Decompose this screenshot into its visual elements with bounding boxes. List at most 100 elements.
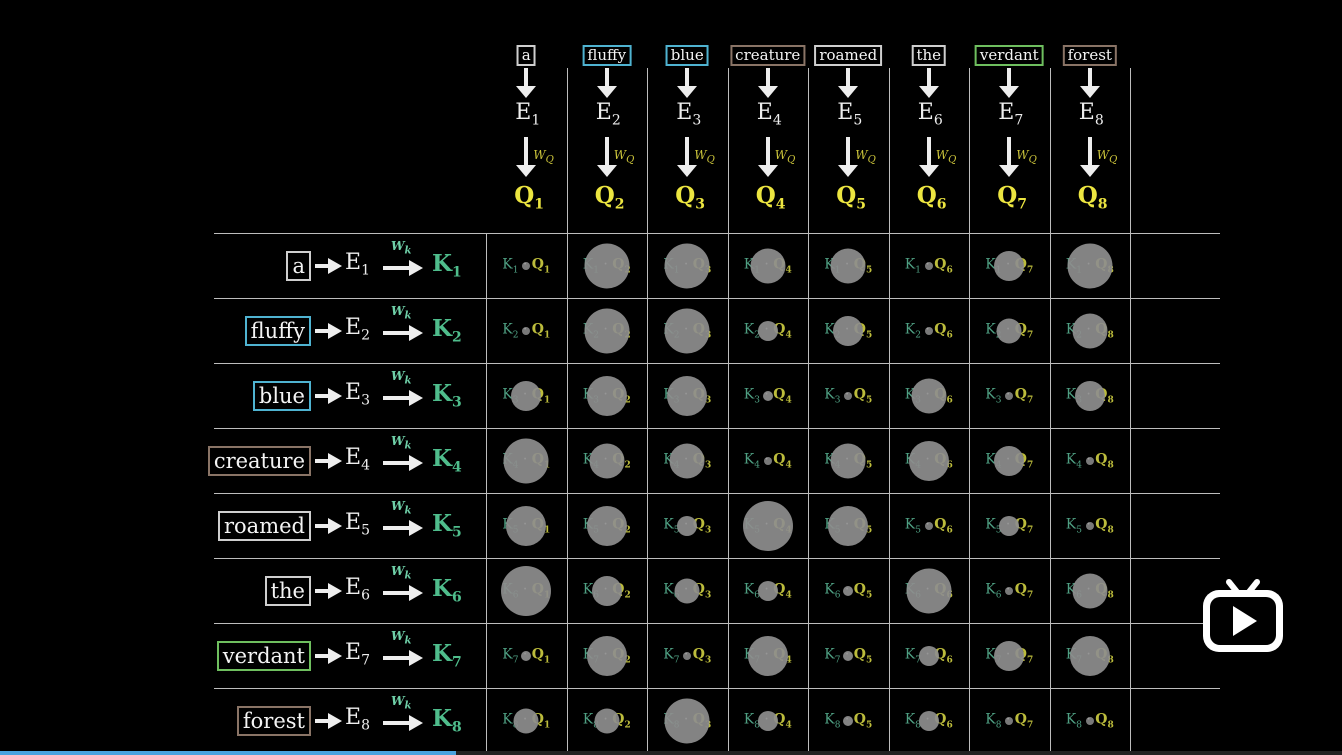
key-term: K5 (1065, 516, 1082, 535)
embedding-index: 7 (1014, 112, 1024, 129)
score-circle (763, 456, 772, 465)
dot-product-cell: K1 · Q3 (647, 234, 727, 298)
key-symbol: K (432, 249, 452, 277)
wq-subscript: Q (626, 154, 635, 166)
query-label-5: Q5 (836, 182, 866, 213)
query-index: 3 (705, 524, 712, 535)
score-circle (586, 375, 627, 416)
score-circle (843, 585, 854, 596)
query-index: 5 (866, 329, 873, 340)
embed-arrow-icon (999, 68, 1020, 98)
score-circle (1072, 313, 1108, 348)
row-token-6: the (264, 575, 311, 606)
embed-arrow-icon (677, 68, 698, 98)
embed-arrow-icon (757, 68, 778, 98)
key-symbol: K (432, 379, 452, 407)
progress-track[interactable] (456, 751, 1342, 755)
query-symbol: Q (997, 182, 1018, 209)
progress-bar[interactable] (0, 751, 457, 755)
query-index: 5 (856, 196, 867, 213)
row-embedding-label-8: E8 (345, 705, 370, 733)
wk-label: Wk (391, 369, 411, 386)
grid-col-line (1130, 68, 1131, 755)
query-symbol: Q (1077, 182, 1098, 209)
row-embed-arrow-icon (315, 712, 342, 729)
query-index: 2 (624, 719, 631, 730)
score-circle (664, 243, 710, 288)
query-term: Q5 (853, 386, 873, 405)
dot-product-cell: K8 · Q2 (567, 689, 647, 753)
row-embedding-label-2: E2 (345, 315, 370, 343)
dot-product-cell: K8 · Q7 (969, 689, 1049, 753)
embedding-symbol: E (345, 444, 362, 470)
row-token-8: forest (236, 705, 311, 736)
wq-symbol: W (1016, 148, 1029, 162)
key-arrow-icon (383, 389, 423, 406)
score-circle (584, 308, 630, 353)
wk-subscript: k (404, 634, 412, 646)
query-term: Q7 (1014, 581, 1034, 600)
score-circle (999, 515, 1020, 536)
column-token-8: forest (1062, 45, 1117, 66)
column-token-3: blue (665, 45, 709, 66)
score-circle (1005, 586, 1014, 595)
dot-product-cell: K1 · Q4 (728, 234, 808, 298)
embedding-label-7: E7 (998, 100, 1023, 128)
key-symbol: K (432, 704, 452, 732)
query-index: 7 (1027, 524, 1034, 535)
key-term: K8 (1065, 711, 1082, 730)
row-embedding-label-6: E6 (345, 575, 370, 603)
row-embed-arrow-icon (315, 387, 342, 404)
query-index: 1 (544, 394, 551, 405)
score-circle (747, 635, 788, 676)
wk-symbol: W (391, 303, 405, 318)
dot-product-cell: K7 · Q4 (728, 624, 808, 688)
wq-label: WQ (775, 148, 796, 165)
key-symbol: K (432, 509, 452, 537)
wk-subscript: k (404, 374, 412, 386)
dot-product-cell: K2 · Q6 (889, 299, 969, 363)
key-term: K7 (824, 646, 841, 665)
key-index: 7 (452, 654, 462, 671)
score-circle (1069, 635, 1110, 676)
wq-label: WQ (694, 148, 715, 165)
key-arrow-icon (383, 714, 423, 731)
wk-label: Wk (391, 239, 411, 256)
query-index: 2 (614, 196, 625, 213)
query-index: 1 (544, 654, 551, 665)
dot-product-cell: K4 · Q8 (1050, 429, 1130, 493)
row-embed-arrow-icon (315, 517, 342, 534)
query-label-1: Q1 (514, 182, 544, 213)
dot-product-cell: K4 · Q6 (889, 429, 969, 493)
query-label-3: Q3 (675, 182, 705, 213)
dot-product-cell: K6 · Q7 (969, 559, 1049, 623)
attention-grid-figure: a E1 WQ Q1 fluffy E2 WQ Q2 blue E3 WQ Q3 creat… (0, 0, 1342, 755)
score-circle (522, 326, 531, 335)
wk-symbol: W (391, 238, 405, 253)
dot-product-cell: K3 · Q1 (486, 364, 566, 428)
key-term: K7 (502, 646, 519, 665)
score-circle (1085, 456, 1094, 465)
score-circle (828, 505, 869, 546)
dot-product-cell: K4 · Q4 (728, 429, 808, 493)
wk-symbol: W (391, 368, 405, 383)
query-index: 8 (1097, 196, 1108, 213)
dot-product-cell: K2 · Q2 (567, 299, 647, 363)
dot-product-cell: K7 · Q2 (567, 624, 647, 688)
query-index: 4 (785, 394, 792, 405)
dot-product-cell: K3 · Q8 (1050, 364, 1130, 428)
embedding-symbol: E (515, 100, 532, 125)
key-term: K6 (824, 581, 841, 600)
key-term: K8 (985, 711, 1002, 730)
dot-product-cell: K2 · Q3 (647, 299, 727, 363)
play-icon[interactable] (1201, 576, 1285, 656)
score-circle (586, 635, 627, 676)
key-index: 1 (452, 264, 462, 281)
embedding-symbol: E (837, 100, 854, 125)
dot-product-cell: K2 · Q1 (486, 299, 566, 363)
key-label-3: K3 (432, 380, 462, 411)
query-term: Q3 (692, 646, 712, 665)
query-index: 8 (1107, 524, 1114, 535)
embedding-symbol: E (345, 574, 362, 600)
key-index: 3 (452, 394, 462, 411)
